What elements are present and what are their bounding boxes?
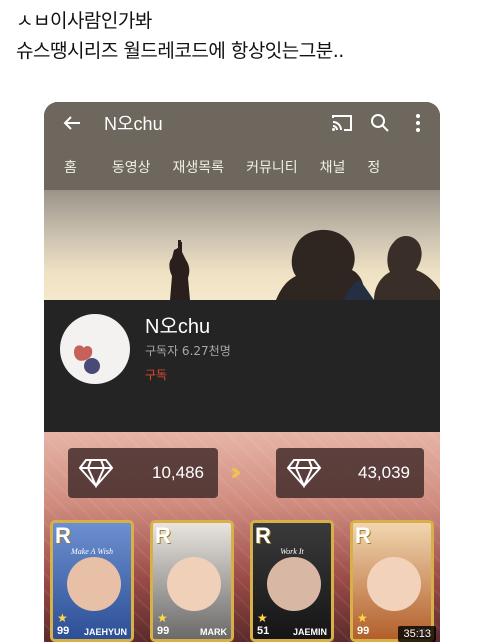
diamond-icon: [286, 459, 322, 488]
card-jaemin: R Work It ★ 51 JAEMIN: [250, 520, 334, 642]
gem-count-left: 10,486: [68, 448, 218, 498]
card-rank: R: [355, 523, 371, 548]
card-level: 99: [157, 625, 170, 637]
card-rank: R: [155, 523, 171, 548]
card-level: 99: [57, 625, 70, 637]
star-icon: ★: [357, 611, 368, 625]
youtube-screenshot: N오chu 홈 동영상 재생목록 커뮤니티 채널 정 N오chu 구독자 6.2…: [44, 102, 440, 642]
back-arrow-icon[interactable]: [58, 109, 86, 137]
channel-banner: [44, 190, 440, 300]
subscriber-count: 구독자 6.27천명: [145, 344, 231, 358]
gem-count-right: 43,039: [276, 448, 424, 498]
card-art-title: Work It: [280, 547, 304, 556]
card-portrait: [267, 557, 321, 611]
card-ja: R ★ 99 JA: [350, 520, 434, 642]
caption-line-1: ㅅㅂ이사람인가봐: [16, 10, 152, 32]
channel-title: N오chu: [104, 114, 163, 134]
avatar[interactable]: [60, 314, 130, 384]
gem-value-right: 43,039: [358, 463, 410, 482]
more-vert-icon[interactable]: [404, 109, 432, 137]
tab-playlists[interactable]: 재생목록: [162, 157, 236, 177]
star-icon: ★: [57, 611, 68, 625]
video-thumbnail[interactable]: 10,486 ›› 43,039 R Make A Wish ★ 99 JAEH…: [44, 432, 440, 642]
post-caption: ㅅㅂ이사람인가봐 슈스땡시리즈 월드레코드에 항상잇는그분..: [16, 6, 468, 66]
channel-header: N오chu 구독자 6.27천명 구독: [44, 300, 440, 432]
card-portrait: [367, 557, 421, 611]
channel-tabs: 홈 동영상 재생목록 커뮤니티 채널 정: [44, 144, 440, 190]
tab-about[interactable]: 정: [356, 157, 391, 177]
card-name: JAEHYUN: [83, 627, 127, 637]
card-row: R Make A Wish ★ 99 JAEHYUN R ★ 99 MARK R…: [50, 520, 434, 642]
card-level: 51: [257, 625, 270, 637]
tab-home[interactable]: 홈: [44, 157, 101, 177]
gem-value-left: 10,486: [152, 463, 204, 482]
card-rank: R: [255, 523, 271, 548]
card-portrait: [167, 557, 221, 611]
card-portrait: [67, 557, 121, 611]
search-icon[interactable]: [366, 109, 394, 137]
caption-line-2: 슈스땡시리즈 월드레코드에 항상잇는그분..: [16, 40, 344, 62]
card-mark: R ★ 99 MARK: [150, 520, 234, 642]
tab-community[interactable]: 커뮤니티: [235, 157, 309, 177]
card-level: 99: [357, 625, 370, 637]
card-name: JAEMIN: [292, 627, 327, 637]
card-name: MARK: [200, 627, 227, 637]
banner-silhouettes: [169, 229, 440, 300]
card-jaehyun: R Make A Wish ★ 99 JAEHYUN: [50, 520, 134, 642]
app-bar: N오chu: [44, 102, 440, 144]
video-duration: 35:13: [398, 626, 436, 642]
channel-name: N오chu: [145, 316, 211, 338]
tab-videos[interactable]: 동영상: [101, 157, 162, 177]
tab-channels[interactable]: 채널: [309, 157, 357, 177]
star-icon: ★: [157, 611, 168, 625]
star-icon: ★: [257, 611, 268, 625]
diamond-icon: [78, 459, 114, 488]
cast-icon[interactable]: [328, 109, 356, 137]
card-art-title: Make A Wish: [71, 547, 113, 556]
card-rank: R: [55, 523, 71, 548]
double-chevron-right-icon: ››: [230, 458, 241, 486]
subscribe-button[interactable]: 구독: [145, 366, 167, 383]
